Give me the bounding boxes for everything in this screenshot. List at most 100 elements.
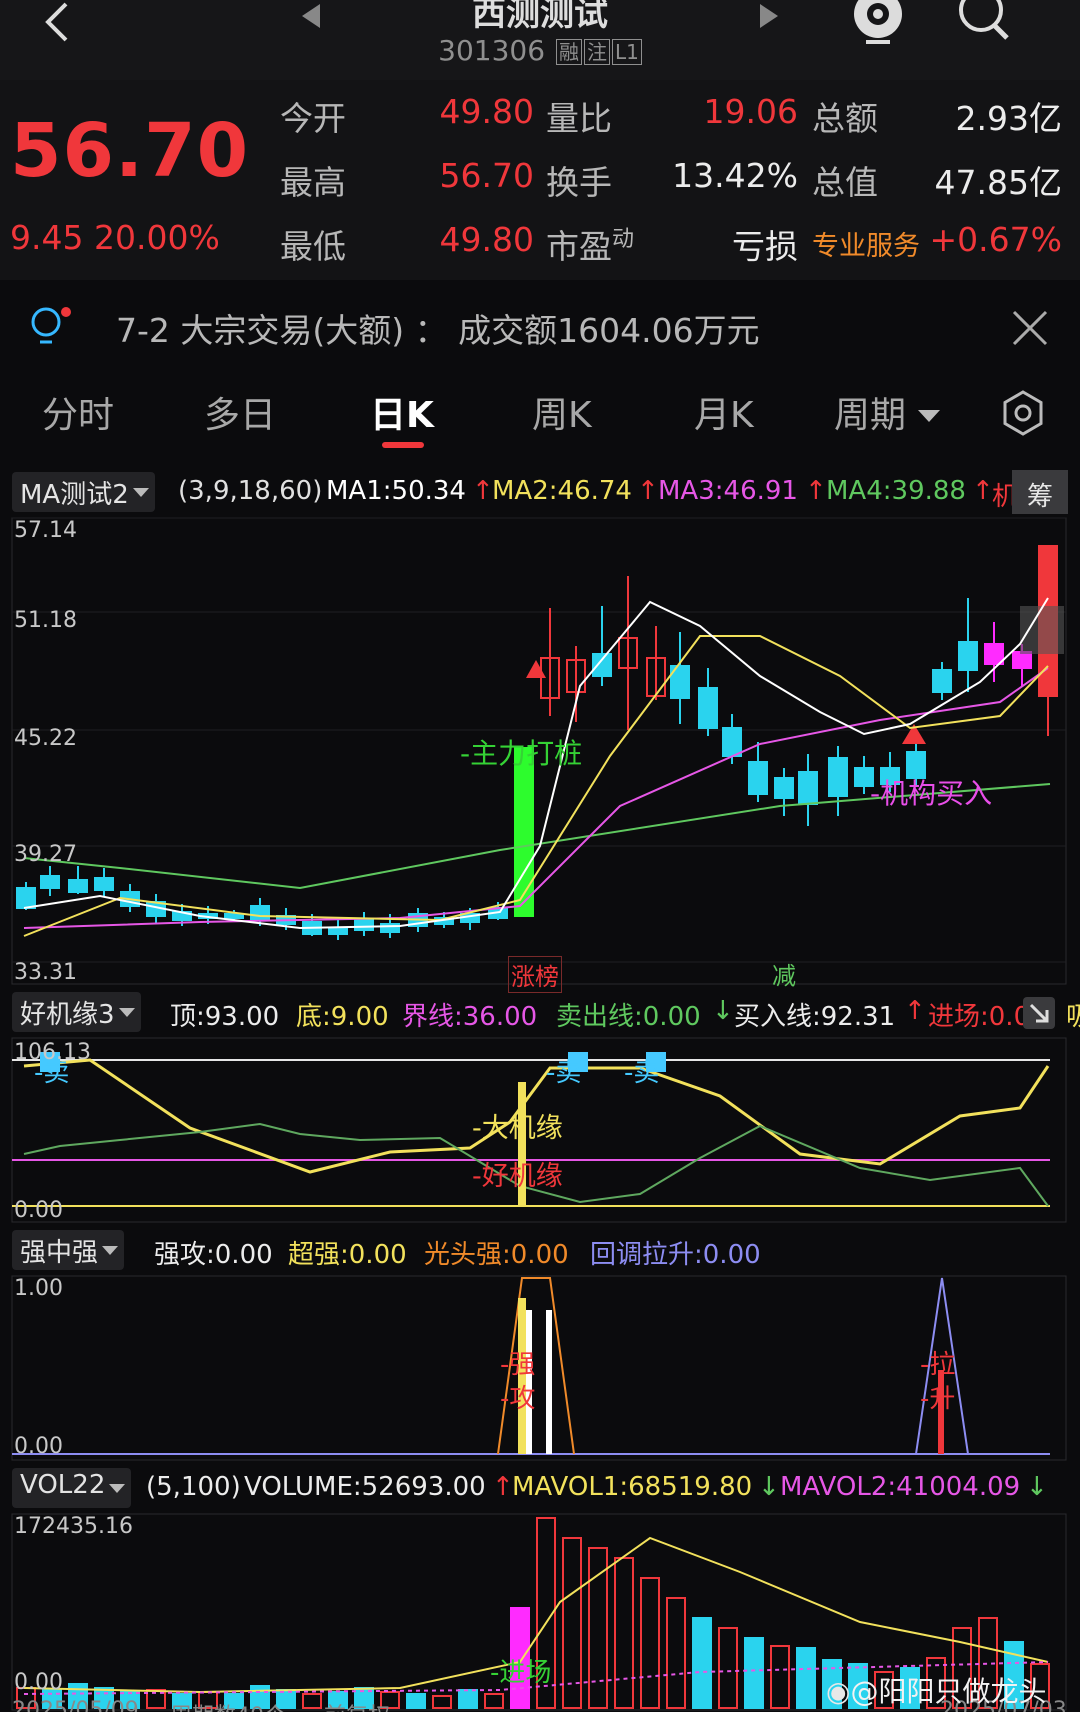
search-icon[interactable] xyxy=(955,0,1015,44)
tab-multiday[interactable]: 多日 xyxy=(204,386,276,438)
vol-ratio-value: 19.06 xyxy=(703,92,798,131)
qzq-bald: 光头强:0.00 xyxy=(424,1240,569,1270)
candle-body-26 xyxy=(698,687,718,729)
annotation-jigou: -机构买入 xyxy=(870,777,993,810)
tab-period[interactable]: 周期 xyxy=(834,386,906,438)
ma3-value: MA3:46.91 xyxy=(658,476,798,506)
candle-body-2 xyxy=(68,879,88,893)
next-stock-icon[interactable] xyxy=(758,4,780,28)
stock-name: 西测测试 xyxy=(472,0,608,34)
qzq-y-label-min: 0.00 xyxy=(14,1434,63,1459)
annotation-sell-3: -卖 xyxy=(624,1058,660,1088)
tag-registered: 注 xyxy=(583,39,610,65)
assistant-icon[interactable] xyxy=(850,0,906,46)
period-tabs: 分时 多日 日K 周K 月K 周期 xyxy=(0,376,1080,452)
kline-y-label-4: 39.27 xyxy=(14,842,77,867)
hjy-bottom: 底:9.00 xyxy=(296,1002,389,1032)
low-label: 最低 xyxy=(280,227,346,266)
close-icon[interactable] xyxy=(1012,310,1048,346)
hjy-indicator-name: 好机缘3 xyxy=(20,1000,115,1030)
stock-code: 301306 融注 L1 xyxy=(0,34,1080,67)
ma-legend: MA测试2 (3,9,18,60) MA1:50.34 ↑ MA2:46.74 ↑ … xyxy=(0,470,1080,514)
candle-body-38 xyxy=(1012,651,1032,669)
annotation-lasheng: -拉 -升 xyxy=(920,1350,956,1414)
notice-bar[interactable]: 7-2 大宗交易(大额) ： 成交额1604.06万元 xyxy=(0,290,1080,366)
vol-bar-30 xyxy=(796,1647,816,1709)
vol-mavol2: MAVOL2:41004.09 xyxy=(780,1472,1021,1502)
qzq-legend: 强中强 强攻:0.00 超强:0.00 光头强:0.00 回调拉升:0.00 xyxy=(0,1228,1080,1272)
chevron-down-icon xyxy=(132,488,149,497)
marker-zhangbang[interactable]: 涨榜 xyxy=(508,956,562,993)
open-label: 今开 xyxy=(280,99,346,138)
candle-body-3 xyxy=(94,877,114,891)
qzq-y-label-max: 1.00 xyxy=(14,1276,63,1301)
vol-indicator-name: VOL22 xyxy=(20,1470,106,1500)
hjy-buy-up-icon: ↑ xyxy=(904,996,926,1026)
candle-body-19 xyxy=(514,747,534,917)
tab-daily-k[interactable]: 日K xyxy=(370,386,434,438)
vol-bar-27 xyxy=(718,1627,738,1709)
watermark-text: @阳阳只做龙头 xyxy=(850,1675,1047,1708)
vol-volume: VOLUME:52693.00 xyxy=(244,1472,486,1502)
footer-fq: 前复权 xyxy=(324,1698,390,1712)
tab-weekly-k[interactable]: 周K xyxy=(532,386,592,438)
low-value: 49.80 xyxy=(439,220,534,259)
candle-body-30 xyxy=(798,771,818,805)
hjy-boundary: 界线:36.00 xyxy=(402,1002,538,1032)
qzq-chart[interactable] xyxy=(0,1274,1080,1464)
hjy-indicator-select[interactable]: 好机缘3 xyxy=(12,992,141,1032)
ma4-up-icon: ↑ xyxy=(972,476,994,506)
vol-indicator-select[interactable]: VOL22 xyxy=(12,1468,132,1508)
footer-period: 周期数40个 xyxy=(170,1698,286,1712)
vol-bar-22 xyxy=(588,1547,608,1709)
candle-body-22 xyxy=(592,653,612,677)
pe-label-sup: 动 xyxy=(612,227,635,252)
hjy-y-label-min: 0.00 xyxy=(14,1198,63,1223)
ma3-up-icon: ↑ xyxy=(805,476,827,506)
pe-value: 亏损 xyxy=(732,227,798,266)
ma-indicator-name: MA测试2 xyxy=(20,480,129,510)
settings-icon[interactable] xyxy=(1000,390,1046,436)
stock-code-text: 301306 xyxy=(438,34,546,67)
vol-bar-26 xyxy=(692,1617,712,1709)
mavol1-down-icon: ↓ xyxy=(758,1472,780,1502)
qzq-indicator-select[interactable]: 强中强 xyxy=(12,1230,125,1270)
mcap-value: 47.85亿 xyxy=(934,163,1062,202)
candle-body-0 xyxy=(16,887,36,909)
tag-level1: L1 xyxy=(611,39,642,65)
qzq-pullback: 回调拉升:0.00 xyxy=(590,1240,761,1270)
annotation-qianggong: -强 -攻 xyxy=(500,1350,536,1414)
vol-y-label-min: 0.00 xyxy=(14,1670,63,1695)
footer-left-date: 2025/05/09 xyxy=(12,1698,139,1712)
marker-jian[interactable]: 减 xyxy=(772,956,796,991)
ma-indicator-select[interactable]: MA测试2 xyxy=(12,472,155,512)
vol-mavol1: MAVOL1:68519.80 xyxy=(512,1472,753,1502)
annotation-sell-2: -卖 xyxy=(546,1058,582,1088)
candle-body-12 xyxy=(328,927,348,935)
expand-icon[interactable] xyxy=(1022,996,1056,1030)
period-dropdown-icon[interactable] xyxy=(918,410,940,424)
kline-y-label-2: 51.18 xyxy=(14,608,77,633)
candle-body-8 xyxy=(224,913,244,919)
ma1-value: MA1:50.34 xyxy=(326,476,466,506)
price-change: 9.45 20.00% xyxy=(10,218,220,257)
tab-monthly-k[interactable]: 月K xyxy=(694,386,754,438)
chip-button[interactable]: 筹 xyxy=(1012,470,1068,514)
qzq-super: 超强:0.00 xyxy=(288,1240,407,1270)
high-value: 56.70 xyxy=(439,156,534,195)
vol-legend: VOL22 (5,100) VOLUME:52693.00 ↑ MAVOL1:68… xyxy=(0,1466,1080,1510)
tab-intraday[interactable]: 分时 xyxy=(42,386,114,438)
vol-up-icon: ↑ xyxy=(492,1472,514,1502)
qzq-indicator-name: 强中强 xyxy=(20,1238,99,1268)
candle-body-36 xyxy=(958,641,978,671)
mcap-label: 总值 xyxy=(812,163,878,202)
hjy-extra: 吸 xyxy=(1066,1002,1080,1032)
ma-params: (3,9,18,60) xyxy=(178,476,323,506)
pe-label: 市盈动 xyxy=(546,220,634,268)
hjy-sell-down-icon: ↓ xyxy=(712,996,734,1026)
buy-triangle-1 xyxy=(526,660,546,678)
ma4-value: MA4:39.88 xyxy=(826,476,966,506)
hjy-legend: 好机缘3 顶:93.00 底:9.00 界线:36.00 卖出线:0.00 ↓ 买… xyxy=(0,990,1080,1034)
active-tab-indicator xyxy=(382,442,424,448)
open-value: 49.80 xyxy=(439,92,534,131)
